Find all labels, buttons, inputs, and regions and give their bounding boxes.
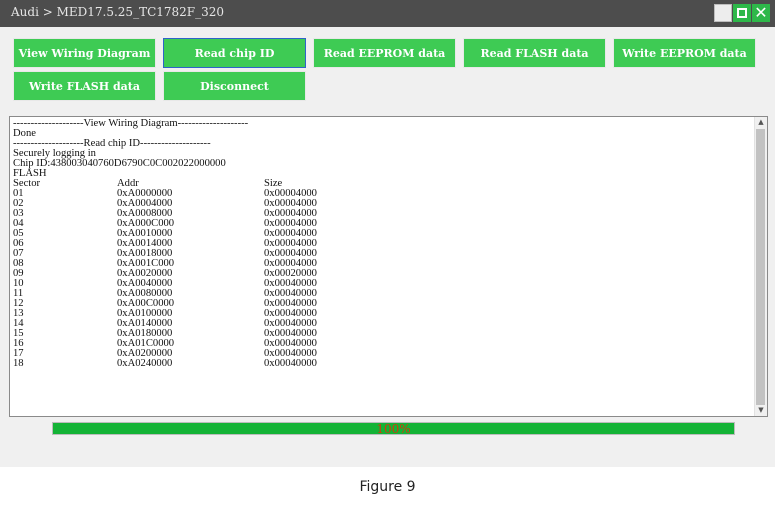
progress-label: 100% (376, 422, 411, 436)
addr-cell: 0xA0240000 (117, 358, 173, 369)
view-wiring-diagram-button[interactable]: View Wiring Diagram (13, 38, 156, 68)
window-title: Audi > MED17.5.25_TC1782F_320 (11, 5, 225, 19)
title-bar: Audi > MED17.5.25_TC1782F_320 ✕ (0, 0, 775, 27)
log-line: --------------------Read chip ID--------… (13, 138, 211, 149)
app-window: Audi > MED17.5.25_TC1782F_320 ✕ View Wir… (0, 0, 775, 467)
read-chip-id-button[interactable]: Read chip ID (163, 38, 306, 68)
flash-table-row: 18 0xA0240000 0x00040000 (13, 358, 753, 369)
read-eeprom-button[interactable]: Read EEPROM data (313, 38, 456, 68)
progress-bar: 100% (52, 422, 735, 436)
size-cell: 0x00040000 (264, 358, 317, 369)
write-flash-button[interactable]: Write FLASH data (13, 71, 156, 101)
log-content: --------------------View Wiring Diagram-… (13, 118, 753, 369)
disconnect-button[interactable]: Disconnect (163, 71, 306, 101)
figure-caption: Figure 9 (359, 479, 416, 495)
read-flash-button[interactable]: Read FLASH data (463, 38, 606, 68)
write-eeprom-button[interactable]: Write EEPROM data (613, 38, 756, 68)
sector-cell: 18 (13, 358, 24, 369)
scroll-up-icon[interactable]: ▲ (755, 117, 767, 128)
maximize-icon[interactable] (733, 4, 751, 22)
close-icon[interactable]: ✕ (752, 4, 770, 22)
scroll-down-icon[interactable]: ▼ (755, 405, 767, 416)
log-scrollbar[interactable]: ▲ ▼ (754, 117, 767, 416)
log-line: Chip ID:438003040760D6790C0C002022000000 (13, 158, 226, 169)
maximize-square-icon (737, 8, 747, 18)
minimize-icon[interactable] (714, 4, 732, 22)
scroll-thumb[interactable] (756, 129, 765, 405)
log-line: --------------------View Wiring Diagram-… (13, 118, 249, 129)
log-output[interactable]: --------------------View Wiring Diagram-… (9, 116, 768, 417)
